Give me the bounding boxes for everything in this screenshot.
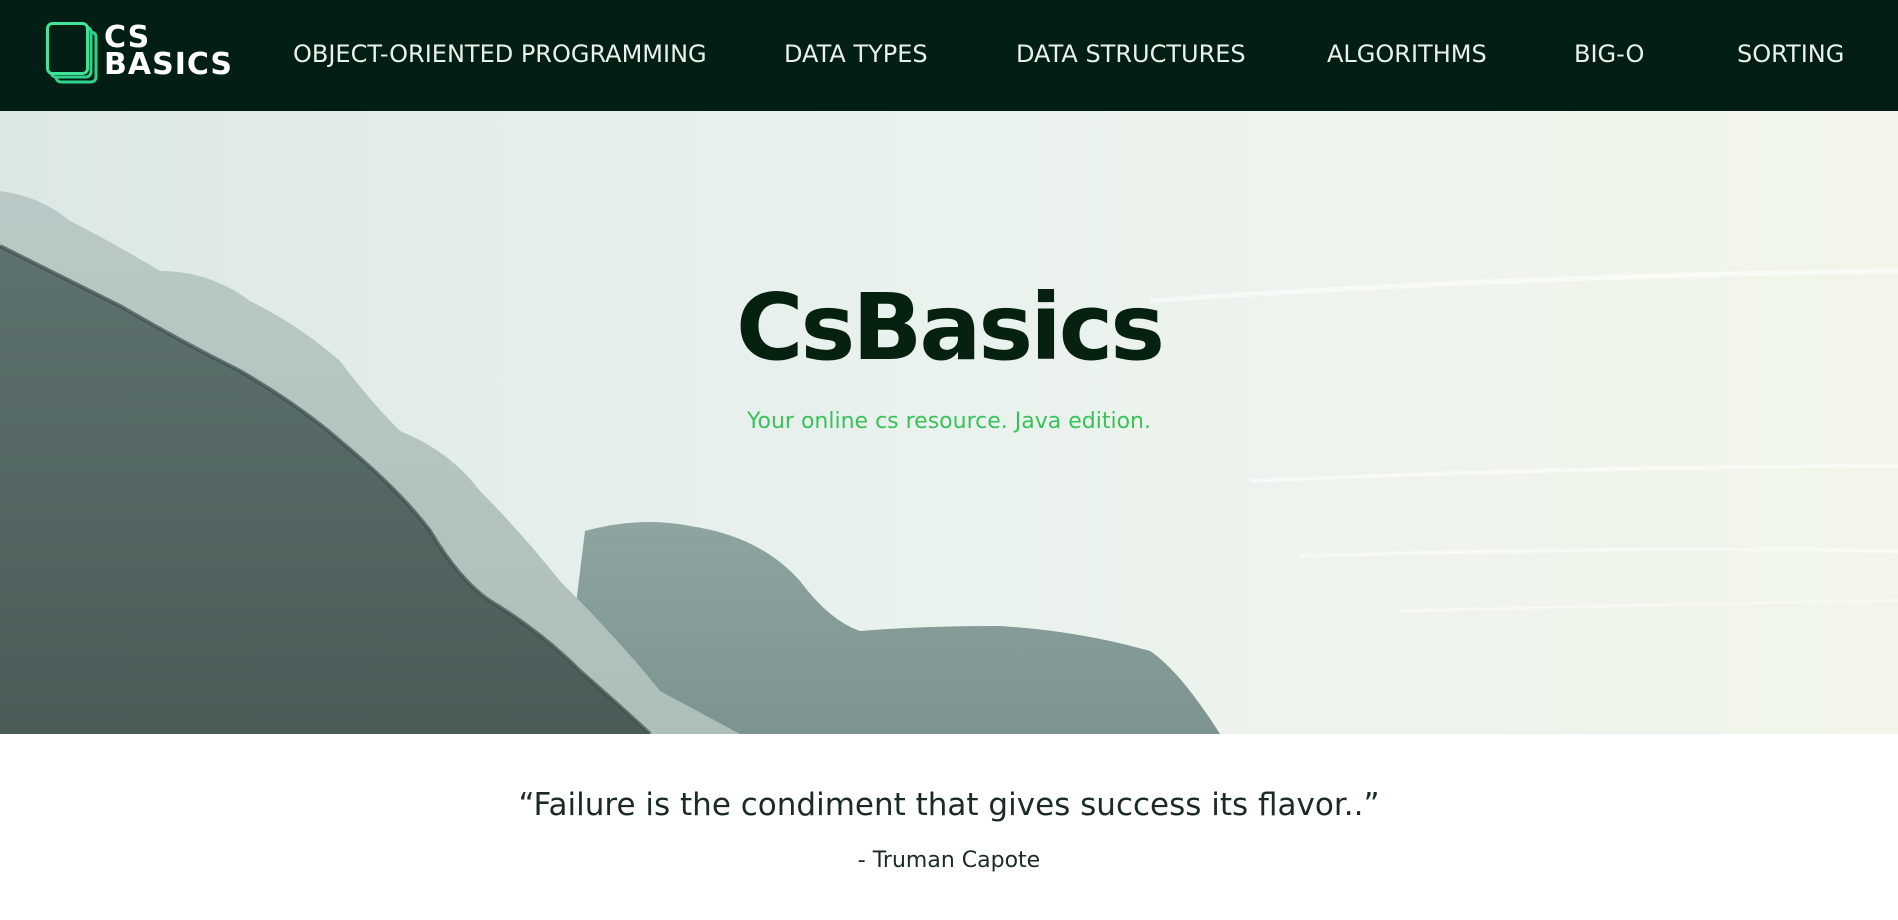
nav-link-data-types[interactable]: DATA TYPES (784, 38, 928, 70)
nav-link-algorithms[interactable]: ALGORITHMS (1327, 38, 1487, 70)
quote-text: “Failure is the condiment that gives suc… (518, 787, 1380, 823)
stacked-pages-logo-icon (46, 22, 98, 84)
nav-link-sorting[interactable]: SORTING (1737, 38, 1844, 70)
nav-link-data-structures[interactable]: DATA STRUCTURES (1016, 38, 1246, 70)
logo-line-2: BASICS (104, 47, 234, 82)
nav-link-object-oriented-programming[interactable]: OBJECT-ORIENTED PROGRAMMING (293, 38, 707, 70)
top-navbar: CS BASICS OBJECT-ORIENTED PROGRAMMING DA… (0, 0, 1898, 111)
quote-section: “Failure is the condiment that gives suc… (0, 734, 1898, 920)
hero-title: CsBasics (735, 274, 1165, 381)
site-logo[interactable]: CS BASICS (46, 22, 232, 86)
logo-wordmark: CS BASICS (104, 23, 234, 82)
quote-author: - Truman Capote (857, 848, 1041, 873)
hero-subtitle: Your online cs resource. Java edition. (747, 409, 1151, 434)
nav-link-big-o[interactable]: BIG-O (1574, 38, 1644, 70)
hero-banner: CsBasics Your online cs resource. Java e… (0, 111, 1898, 734)
